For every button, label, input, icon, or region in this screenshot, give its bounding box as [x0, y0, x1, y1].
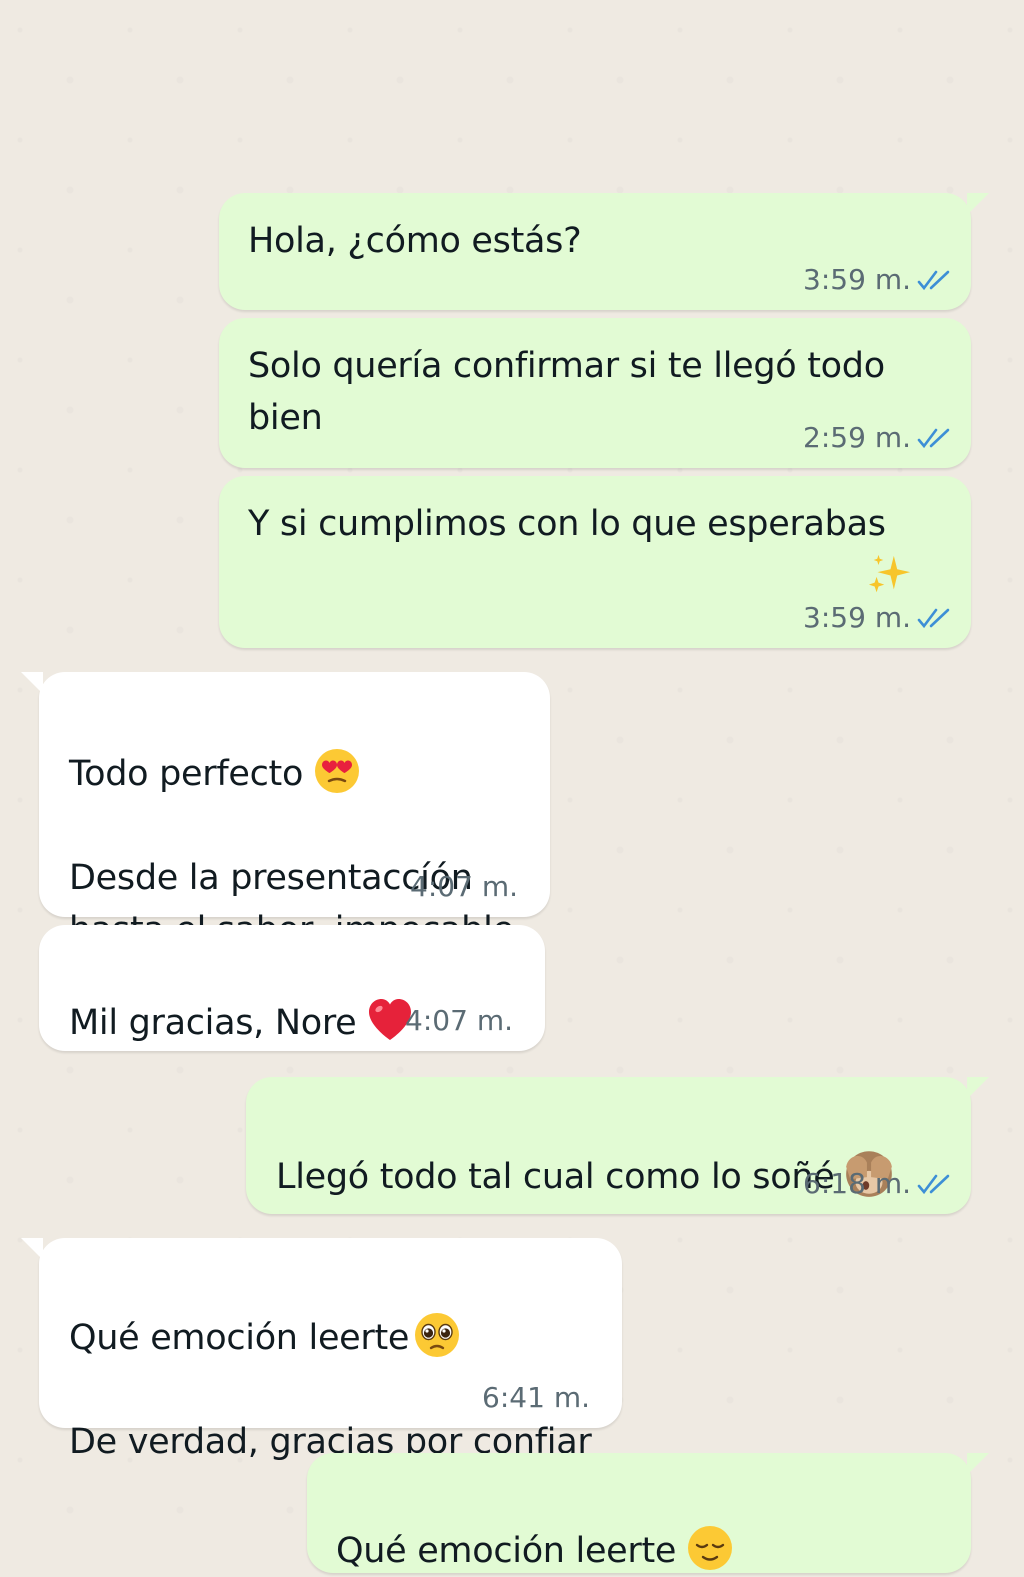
message-meta: 4:07 m. — [405, 1004, 513, 1037]
message-time: 3:59 m. — [803, 263, 911, 296]
message-time: 6:41 m. — [482, 1381, 590, 1414]
message-meta: 6:18 m. — [803, 1167, 951, 1200]
message-text: Y si cumplimos con lo que esperabas — [248, 504, 886, 544]
message-bubble-outgoing[interactable]: Llegó todo tal cual como lo soñé 6:18 m. — [246, 1077, 989, 1214]
message-text: Qué emoción leerte De verdad, gracias po… — [69, 1260, 592, 1468]
double-check-read-icon — [917, 1174, 950, 1194]
message-text-line: Llegó todo tal cual como lo soñé — [276, 1157, 835, 1197]
message-text-line: Qué emoción leerte — [69, 1318, 410, 1358]
double-check-read-icon — [917, 428, 950, 448]
message-bubble-incoming[interactable]: Todo perfecto Desde la presentaccíón has… — [21, 672, 550, 950]
message-bubble-outgoing[interactable]: Y si cumplimos con lo que esperabas 3:59… — [219, 476, 971, 648]
message-meta: 6:41 m. — [482, 1381, 590, 1414]
message-meta: 2:59 m. — [803, 421, 951, 454]
message-meta: 4:07 m. — [410, 870, 518, 903]
message-meta: 3:59 m. — [803, 601, 951, 634]
message-time: 6:18 m. — [803, 1167, 911, 1200]
message-bubble-incoming[interactable]: Qué emoción leerte De verdad, gracias po… — [21, 1238, 622, 1462]
message-text-line: Qué emoción leerte — [336, 1531, 677, 1571]
pleading-face-emoji-icon — [415, 1313, 460, 1357]
message-time: 4:07 m. — [405, 1004, 513, 1037]
message-bubble-outgoing[interactable]: Solo quería confirmar si te llegó todo b… — [219, 318, 971, 468]
double-check-read-icon — [917, 270, 950, 290]
message-text: Qué emoción leerte — [336, 1473, 734, 1577]
message-text-line: Todo perfecto — [69, 754, 304, 794]
message-time: 4:07 m. — [410, 870, 518, 903]
message-time: 3:59 m. — [803, 601, 911, 634]
message-text: Hola, ¿cómo estás? — [248, 221, 582, 261]
message-text: Solo quería confirmar si te llegó todo b… — [248, 346, 885, 438]
relieved-face-emoji-icon — [688, 1526, 733, 1570]
message-bubble-incoming[interactable]: Mil gracias, Nore 4:07 m. — [39, 925, 545, 1051]
message-text-line: Mil gracias, Nore — [69, 1003, 357, 1043]
message-text: Mil gracias, Nore — [69, 945, 414, 1049]
message-meta: 3:59 m. — [803, 263, 951, 296]
sparkles-emoji-icon — [868, 554, 911, 593]
message-bubble-outgoing[interactable]: Qué emoción leerte — [307, 1453, 989, 1573]
message-bubble-outgoing[interactable]: Hola, ¿cómo estás? 3:59 m. — [219, 193, 989, 310]
message-time: 2:59 m. — [803, 421, 911, 454]
double-check-read-icon — [917, 608, 950, 628]
heart-eyes-face-emoji-icon — [315, 749, 360, 793]
message-text: Todo perfecto Desde la presentaccíón has… — [69, 696, 525, 956]
